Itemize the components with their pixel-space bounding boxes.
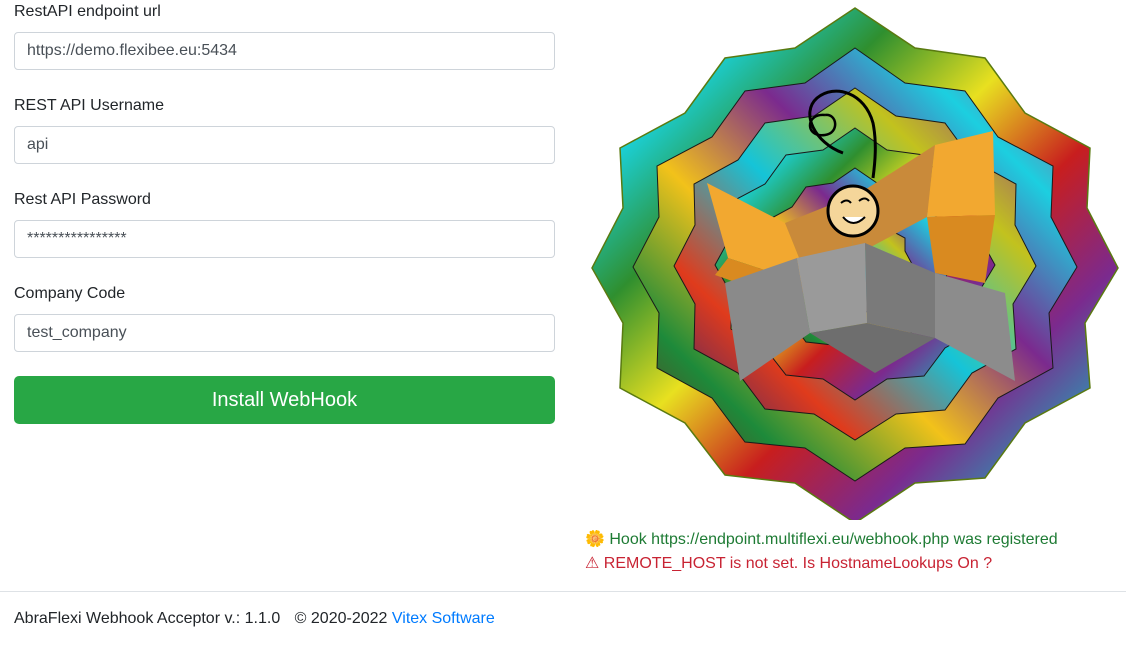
password-label: Rest API Password xyxy=(14,191,151,208)
warning-icon: ⚠ xyxy=(585,555,600,572)
vendor-link[interactable]: Vitex Software xyxy=(392,610,495,627)
warning-message: ⚠ REMOTE_HOST is not set. Is HostnameLoo… xyxy=(585,552,1115,576)
app-logo xyxy=(590,6,1120,520)
username-input[interactable] xyxy=(14,126,555,164)
company-code-label: Company Code xyxy=(14,285,126,302)
password-input[interactable] xyxy=(14,220,555,258)
endpoint-label: RestAPI endpoint url xyxy=(14,3,161,20)
warning-text: REMOTE_HOST is not set. Is HostnameLooku… xyxy=(603,555,993,572)
username-label: REST API Username xyxy=(14,97,164,114)
company-code-input[interactable] xyxy=(14,314,555,352)
copyright: © 2020-2022 xyxy=(294,610,388,627)
install-webhook-button[interactable]: Install WebHook xyxy=(14,376,555,424)
spiderweb-logo-icon xyxy=(591,7,1119,520)
flower-icon: 🌼 xyxy=(585,531,605,548)
app-version: AbraFlexi Webhook Acceptor v.: 1.1.0 xyxy=(14,610,281,627)
footer-divider xyxy=(0,591,1126,592)
webhook-form: RestAPI endpoint url REST API Username R… xyxy=(14,0,555,424)
registered-text: Hook https://endpoint.multiflexi.eu/webh… xyxy=(609,531,1058,548)
status-messages: 🌼 Hook https://endpoint.multiflexi.eu/we… xyxy=(585,528,1115,576)
endpoint-input[interactable] xyxy=(14,32,555,70)
footer: AbraFlexi Webhook Acceptor v.: 1.1.0 © 2… xyxy=(14,607,495,631)
registered-message: 🌼 Hook https://endpoint.multiflexi.eu/we… xyxy=(585,528,1115,552)
